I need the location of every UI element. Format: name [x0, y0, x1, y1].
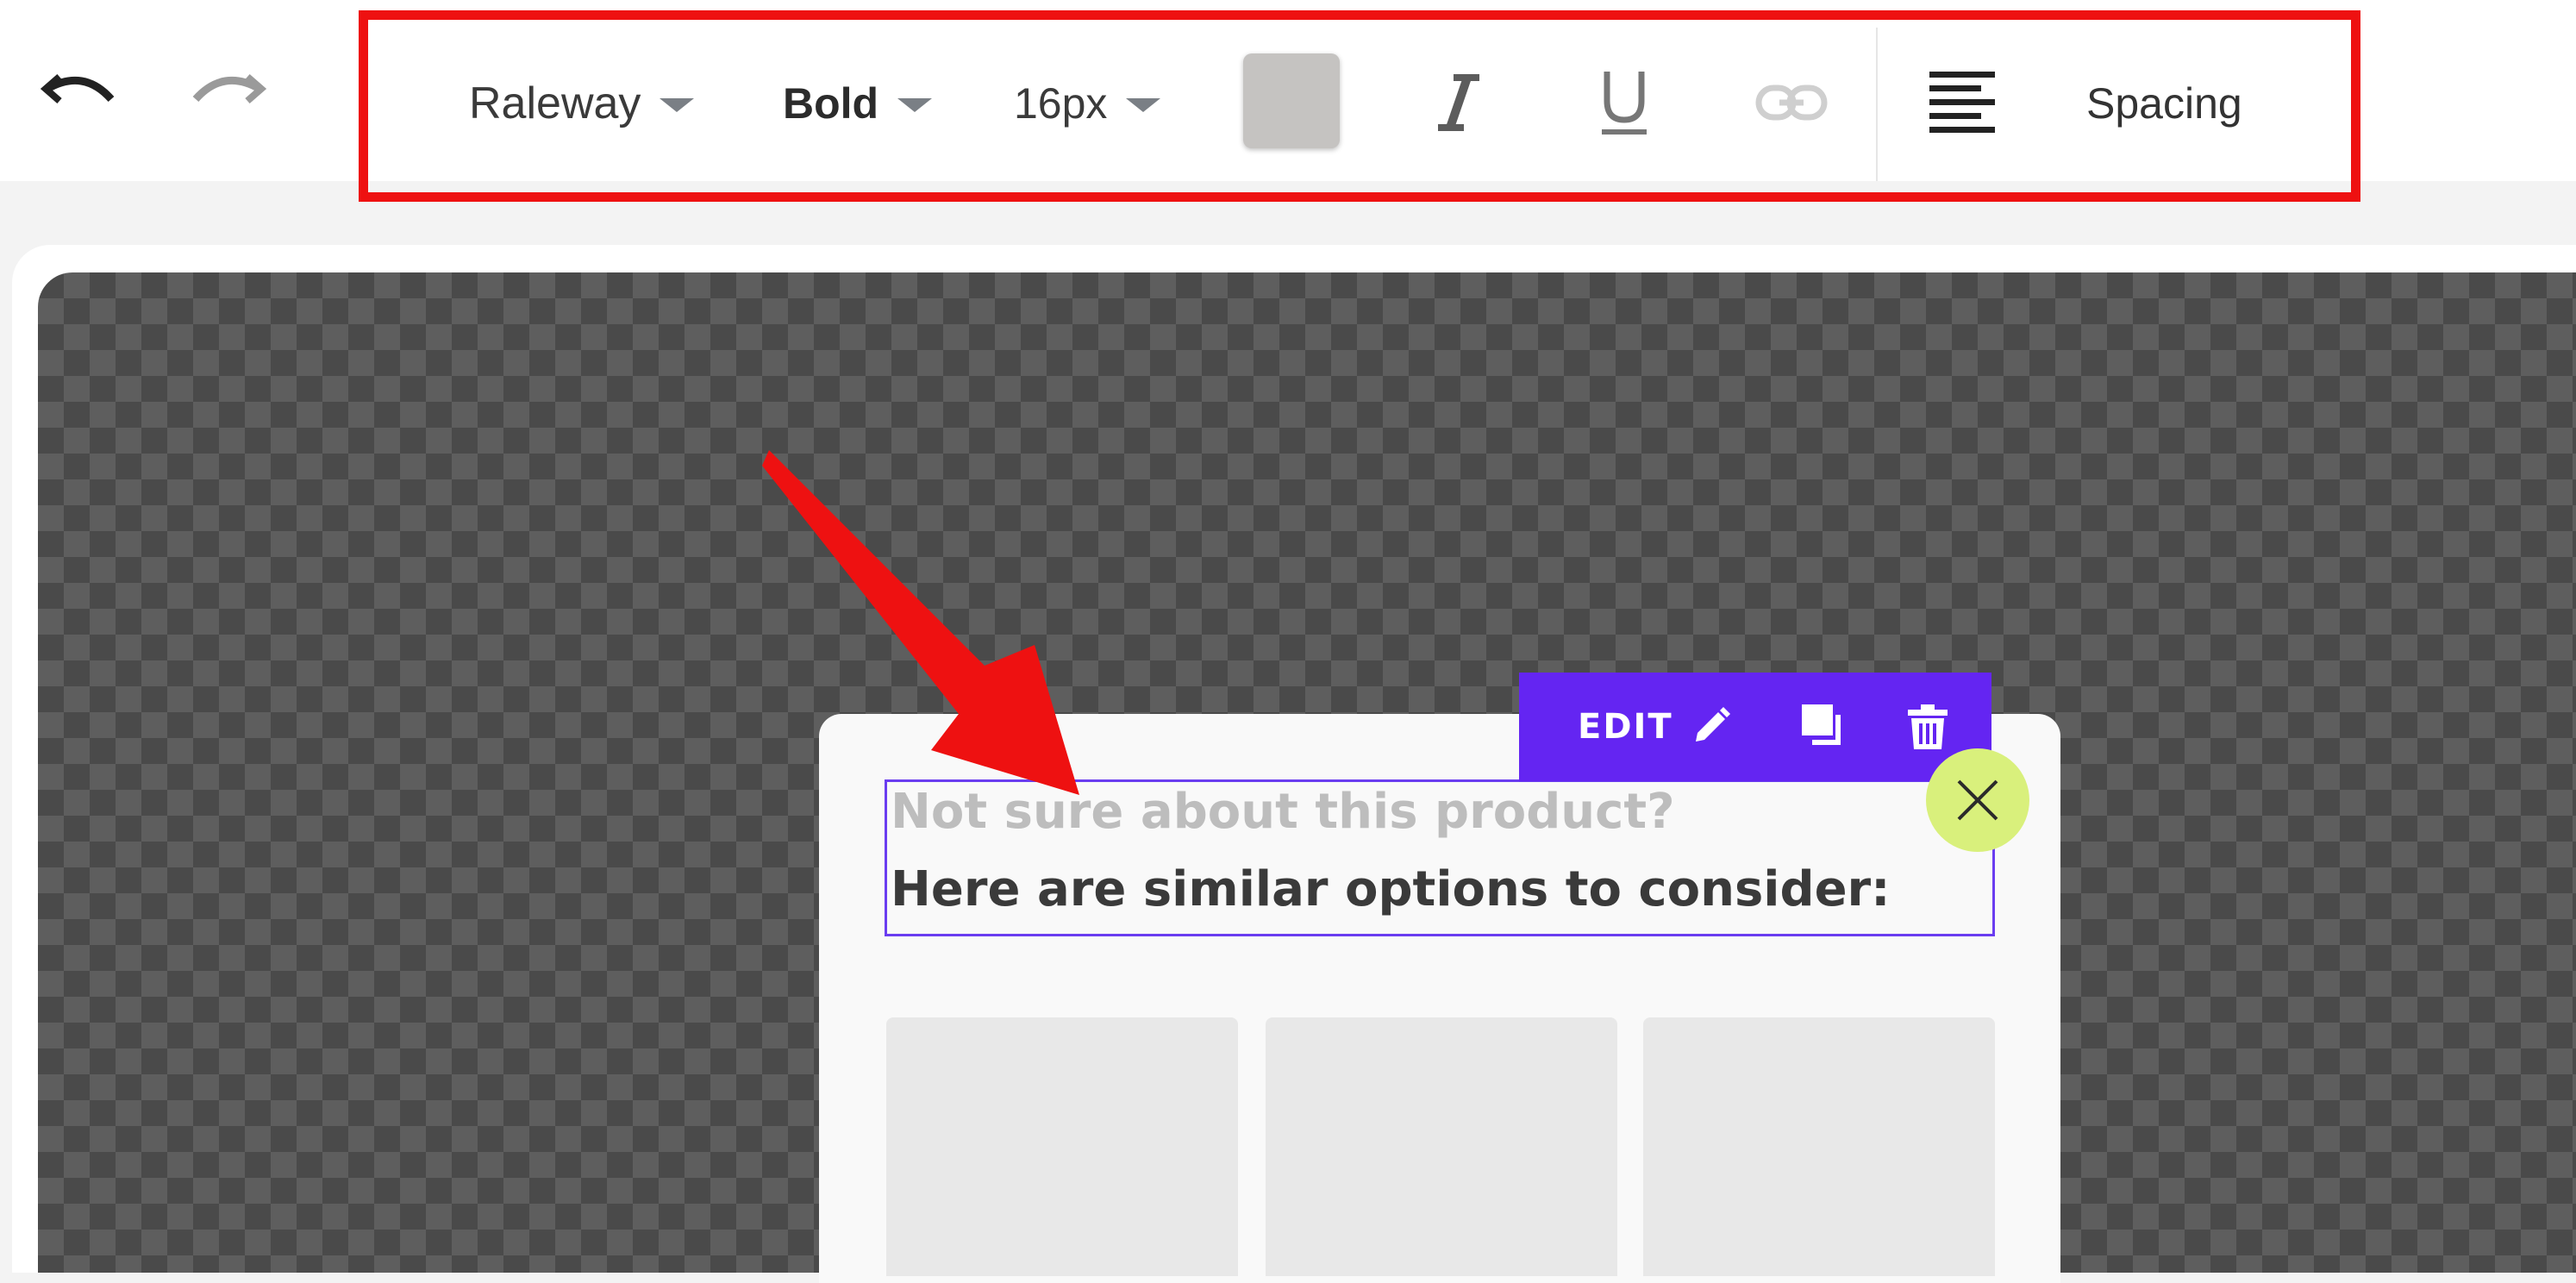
edit-label: EDIT	[1578, 707, 1673, 747]
delete-button[interactable]	[1902, 701, 1954, 753]
text-align-button[interactable]	[1919, 59, 2005, 146]
pencil-icon	[1689, 705, 1732, 748]
undo-icon	[41, 73, 115, 104]
heading-text-block[interactable]: Not sure about this product? Here are si…	[885, 779, 1995, 936]
chevron-down-icon	[1126, 97, 1161, 112]
font-size-value: 16px	[1014, 78, 1108, 128]
text-format-toolbar: Raleway Bold 16px Spacing	[366, 12, 2357, 194]
popup-close-button[interactable]	[1926, 748, 2029, 852]
close-icon	[1957, 779, 1998, 821]
font-size-dropdown[interactable]: 16px	[1014, 12, 1161, 194]
redo-icon	[192, 73, 266, 104]
chevron-down-icon	[897, 97, 933, 112]
heading-line-2: Here are similar options to consider:	[891, 861, 1891, 917]
chevron-down-icon	[660, 97, 695, 112]
top-toolbar: Raleway Bold 16px Spacing	[0, 0, 2576, 202]
link-button[interactable]	[1748, 59, 1835, 146]
product-card[interactable]	[886, 1017, 1238, 1276]
product-card[interactable]	[1643, 1017, 1995, 1276]
align-left-icon	[1929, 72, 1995, 133]
trash-icon	[1908, 704, 1948, 749]
edit-button[interactable]: EDIT	[1578, 673, 1732, 781]
element-edit-toolbar: EDIT	[1519, 673, 1991, 781]
duplicate-icon	[1802, 704, 1841, 745]
toolbar-divider	[1876, 28, 1878, 181]
italic-button[interactable]	[1416, 59, 1502, 146]
link-icon	[1755, 84, 1828, 121]
heading-line-1: Not sure about this product?	[891, 784, 1675, 840]
text-color-swatch[interactable]	[1243, 53, 1340, 148]
underline-button[interactable]	[1581, 59, 1667, 146]
font-family-dropdown[interactable]: Raleway	[469, 12, 695, 194]
font-weight-dropdown[interactable]: Bold	[783, 12, 933, 194]
product-card[interactable]	[1266, 1017, 1617, 1276]
underline-icon	[1602, 72, 1647, 135]
duplicate-button[interactable]	[1798, 701, 1850, 753]
italic-icon	[1438, 74, 1479, 131]
font-weight-value: Bold	[783, 78, 879, 128]
undo-button[interactable]	[31, 50, 126, 128]
redo-button[interactable]	[181, 50, 276, 128]
font-family-value: Raleway	[469, 78, 641, 128]
spacing-button[interactable]: Spacing	[2086, 12, 2242, 194]
